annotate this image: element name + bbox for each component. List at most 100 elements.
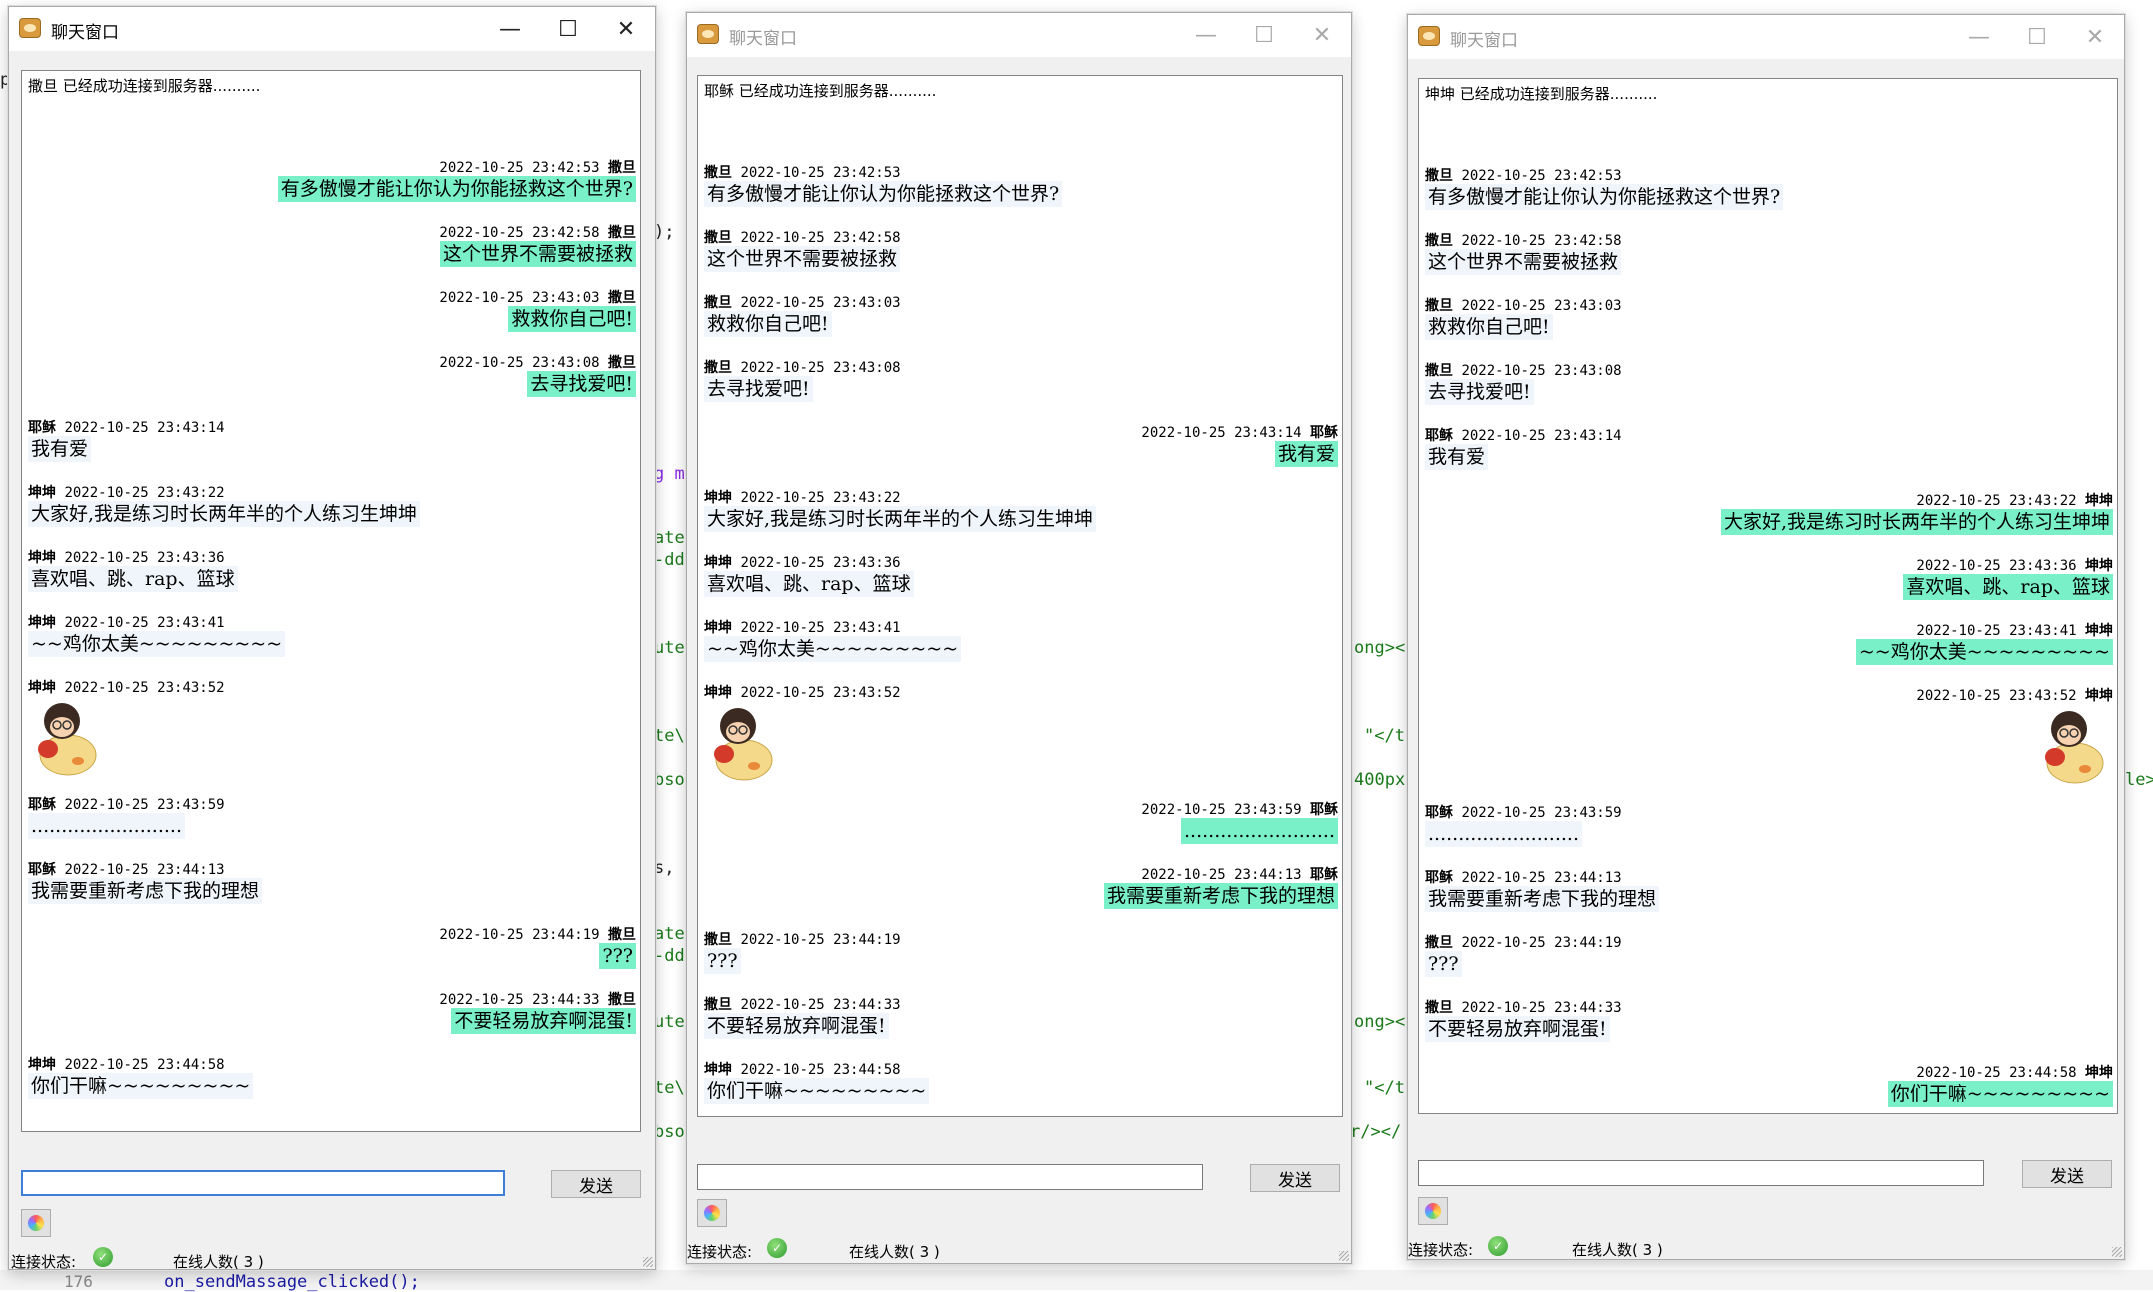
message-text: 喜欢唱、跳、rap、篮球 [1903, 574, 2113, 600]
message-row: 撒旦 2022-10-25 23:44:19??? [1425, 932, 2113, 997]
message-time: 2022-10-25 23:43:08 [1461, 363, 1622, 379]
message-row: 坤坤 2022-10-25 23:44:58 你们干嘛~~~~~~~~~ [28, 1054, 636, 1119]
code-fragment: bso [654, 770, 685, 790]
message-time: 2022-10-25 23:43:41 [64, 615, 225, 631]
message-row: 2022-10-25 23:42:53 撒旦 有多傲慢才能让你认为你能拯救这个世界… [28, 157, 636, 222]
send-button[interactable]: 发送 [2022, 1160, 2112, 1188]
message-text: 你们干嘛~~~~~~~~~ [1887, 1081, 2113, 1107]
resize-grip[interactable] [2112, 1247, 2122, 1257]
message-time: 2022-10-25 23:43:36 [1916, 558, 2077, 574]
message-time: 2022-10-25 23:42:58 [439, 225, 600, 241]
close-button[interactable]: ✕ [1293, 13, 1351, 57]
minimize-button[interactable]: — [1177, 13, 1235, 57]
message-row: 2022-10-25 23:43:08 撒旦 去寻找爱吧! [28, 352, 636, 417]
maximize-button[interactable]: ☐ [539, 7, 597, 51]
message-row: 撒旦 2022-10-25 23:43:08 去寻找爱吧! [1425, 360, 2113, 425]
emoji-icon [1424, 1202, 1442, 1220]
online-count: 在线人数( 3 ) [849, 1243, 940, 1261]
title-bar[interactable]: 聊天窗口 — ☐ ✕ [1408, 15, 2124, 59]
message-row: 2022-10-25 23:44:19 撒旦??? [28, 924, 636, 989]
message-time: 2022-10-25 23:43:03 [740, 295, 901, 311]
message-input[interactable] [697, 1164, 1203, 1190]
code-fragment: te\ [654, 726, 685, 746]
send-button[interactable]: 发送 [551, 1170, 641, 1198]
code-fragment: on_sendMassage_clicked(); [164, 1272, 420, 1292]
emoji-icon [703, 1204, 721, 1222]
sender-name: 撒旦 [704, 230, 732, 246]
maximize-button[interactable]: ☐ [2008, 15, 2066, 59]
chat-window-jesus[interactable]: 聊天窗口 — ☐ ✕ 耶稣 已经成功连接到服务器.......... 撒旦 20… [686, 12, 1352, 1264]
message-text: ~~鸡你太美~~~~~~~~~ [28, 631, 286, 657]
message-text: 去寻找爱吧! [527, 371, 636, 397]
app-icon [697, 24, 719, 44]
message-time: 2022-10-25 23:43:03 [439, 290, 600, 306]
message-header: 撒旦 2022-10-25 23:44:33 [704, 994, 901, 1014]
emoji-button[interactable] [1418, 1197, 1448, 1225]
message-text: 救救你自己吧! [1425, 314, 1553, 340]
code-fragment: ong>< [1354, 1012, 1406, 1032]
connected-status-icon: ✓ [1488, 1236, 1508, 1256]
minimize-button[interactable]: — [1950, 15, 2008, 59]
message-time: 2022-10-25 23:44:33 [740, 997, 901, 1013]
chat-window-satan[interactable]: 聊天窗口 — ☐ ✕ 撒旦 已经成功连接到服务器.......... 2022-… [8, 6, 656, 1271]
message-time: 2022-10-25 23:44:19 [1461, 935, 1622, 951]
connection-message: 坤坤 已经成功连接到服务器.......... [1425, 85, 1658, 103]
message-row: 撒旦 2022-10-25 23:42:58 这个世界不需要被拯救 [704, 227, 1338, 292]
message-row: 2022-10-25 23:43:52 坤坤 [1425, 685, 2113, 802]
sender-name: 撒旦 [608, 160, 636, 176]
message-input[interactable] [21, 1170, 505, 1196]
connected-status-icon: ✓ [93, 1247, 113, 1267]
message-row: 坤坤 2022-10-25 23:43:41 ~~鸡你太美~~~~~~~~~ [704, 617, 1338, 682]
online-count: 在线人数( 3 ) [1572, 1241, 1663, 1259]
message-time: 2022-10-25 23:44:13 [1141, 867, 1302, 883]
chat-history[interactable]: 耶稣 已经成功连接到服务器.......... 撒旦 2022-10-25 23… [697, 75, 1343, 1117]
sender-name: 耶稣 [1425, 870, 1453, 886]
message-header: 撒旦 2022-10-25 23:43:03 [704, 292, 901, 312]
chat-history[interactable]: 撒旦 已经成功连接到服务器.......... 2022-10-25 23:42… [21, 70, 641, 1132]
message-text: 喜欢唱、跳、rap、篮球 [704, 571, 914, 597]
message-header: 2022-10-25 23:42:58 撒旦 [439, 222, 636, 242]
message-text: ??? [1425, 951, 1462, 977]
message-time: 2022-10-25 23:43:22 [64, 485, 225, 501]
message-header: 坤坤 2022-10-25 23:43:41 [28, 612, 225, 632]
message-header: 2022-10-25 23:44:13 耶稣 [1141, 864, 1338, 884]
message-input[interactable] [1418, 1160, 1984, 1186]
minimize-button[interactable]: — [481, 7, 539, 51]
resize-grip[interactable] [1339, 1251, 1349, 1261]
app-icon [19, 18, 41, 38]
code-fragment: 400px [1354, 770, 1406, 790]
maximize-button[interactable]: ☐ [1235, 13, 1293, 57]
message-row: 2022-10-25 23:44:13 耶稣 我需要重新考虑下我的理想 [704, 864, 1338, 929]
sender-name: 撒旦 [608, 290, 636, 306]
chat-window-kunkun[interactable]: 聊天窗口 — ☐ ✕ 坤坤 已经成功连接到服务器.......... 撒旦 20… [1407, 14, 2125, 1260]
window-title: 聊天窗口 [51, 23, 119, 43]
emoji-button[interactable] [697, 1199, 727, 1227]
title-bar[interactable]: 聊天窗口 — ☐ ✕ [687, 13, 1351, 57]
close-button[interactable]: ✕ [2066, 15, 2124, 59]
chick-sticker-image [2039, 705, 2109, 785]
emoji-icon [27, 1214, 45, 1232]
message-text: ......................... [28, 813, 185, 839]
message-header: 坤坤 2022-10-25 23:44:58 [28, 1054, 225, 1074]
message-text: ......................... [1181, 818, 1338, 844]
message-row: 坤坤 2022-10-25 23:43:36 喜欢唱、跳、rap、篮球 [28, 547, 636, 612]
message-text: 救救你自己吧! [508, 306, 636, 332]
connection-message: 耶稣 已经成功连接到服务器.......... [704, 82, 937, 100]
sender-name: 坤坤 [28, 1057, 56, 1073]
close-button[interactable]: ✕ [597, 7, 655, 51]
message-header: 2022-10-25 23:44:33 撒旦 [439, 989, 636, 1009]
message-header: 2022-10-25 23:43:36 坤坤 [1916, 555, 2113, 575]
message-row: 2022-10-25 23:43:14 耶稣 我有爱 [704, 422, 1338, 487]
message-header: 撒旦 2022-10-25 23:42:53 [1425, 165, 1622, 185]
chick-sticker-image [708, 702, 778, 782]
send-button[interactable]: 发送 [1250, 1164, 1340, 1192]
resize-grip[interactable] [643, 1257, 653, 1267]
message-time: 2022-10-25 23:43:08 [740, 360, 901, 376]
chat-history[interactable]: 坤坤 已经成功连接到服务器.......... 撒旦 2022-10-25 23… [1418, 78, 2118, 1114]
emoji-button[interactable] [21, 1209, 51, 1237]
message-row: 2022-10-25 23:43:36 坤坤 喜欢唱、跳、rap、篮球 [1425, 555, 2113, 620]
message-text: 你们干嘛~~~~~~~~~ [704, 1078, 930, 1104]
message-time: 2022-10-25 23:42:53 [1461, 168, 1622, 184]
title-bar[interactable]: 聊天窗口 — ☐ ✕ [9, 7, 655, 51]
connection-status-label: 连接状态: [687, 1243, 753, 1261]
